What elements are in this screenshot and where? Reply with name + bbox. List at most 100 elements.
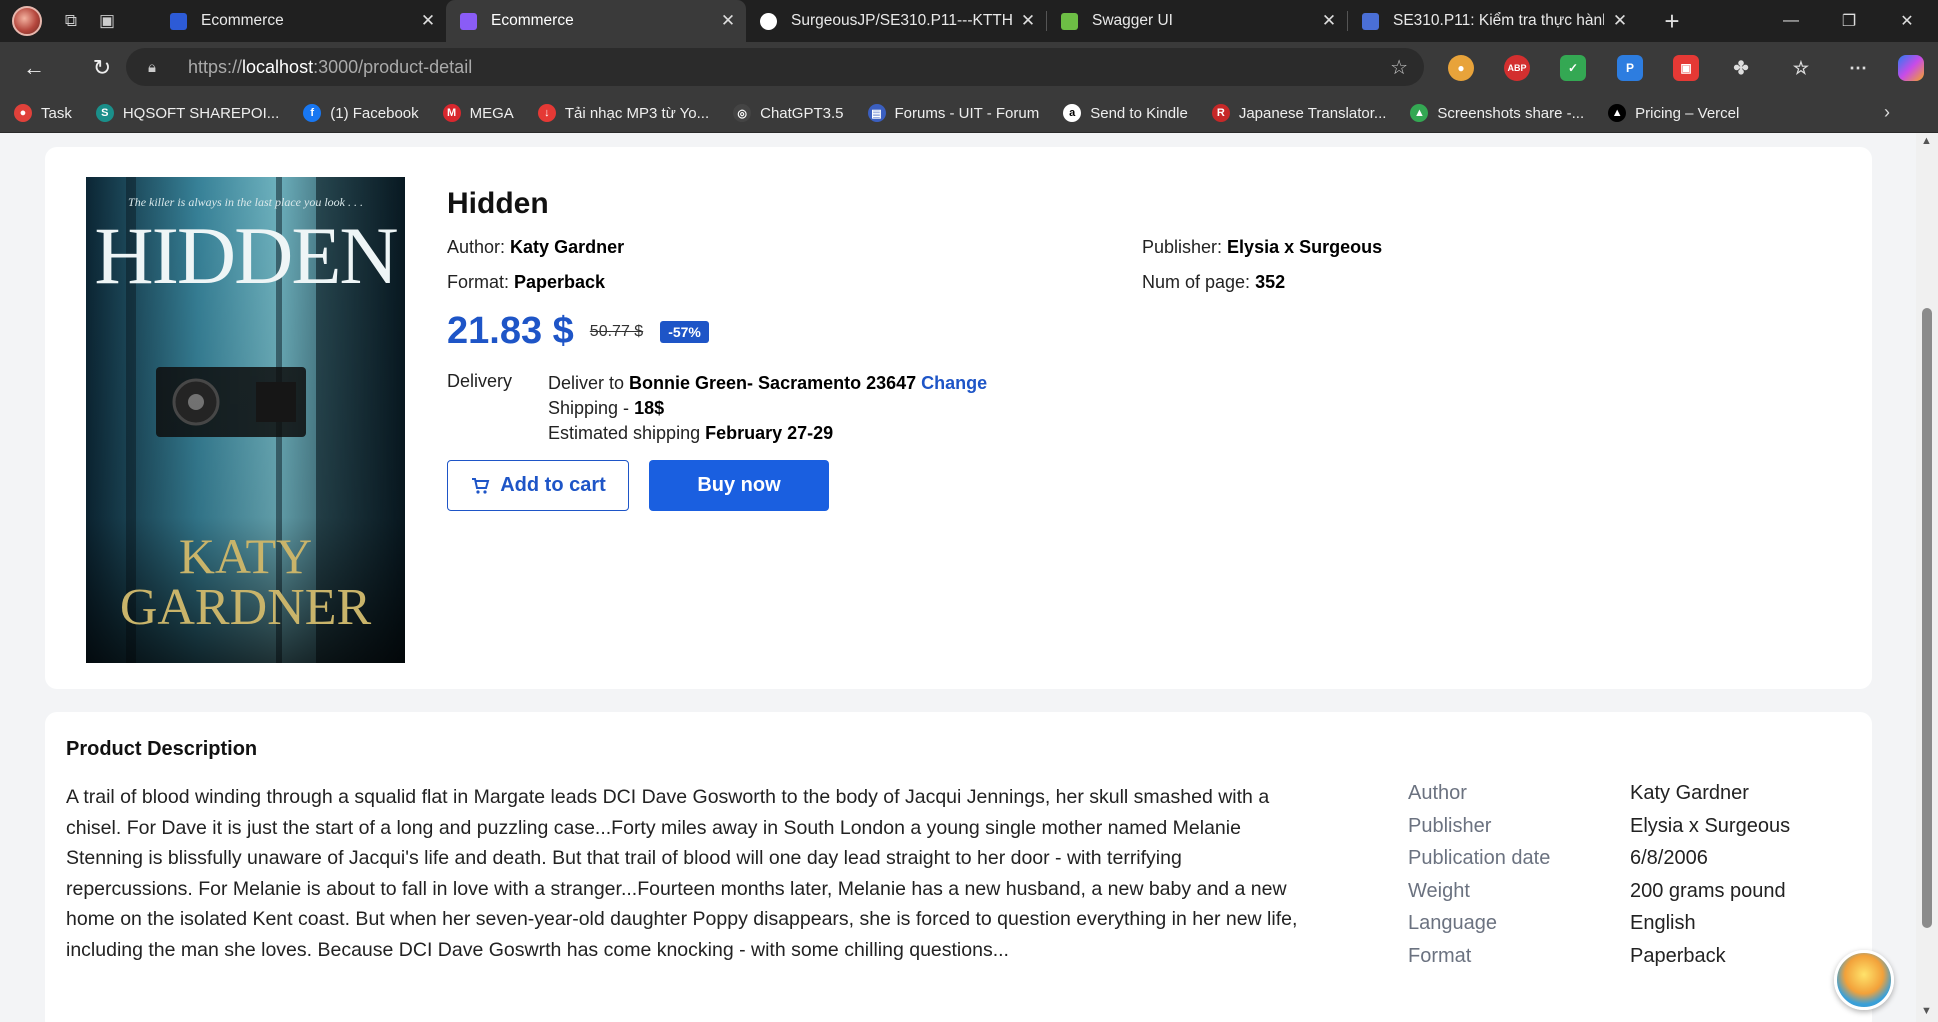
- bookmark-item[interactable]: R Japanese Translator...: [1211, 104, 1387, 122]
- extension-eyes-icon[interactable]: ●: [1448, 55, 1474, 81]
- buy-now-label: Buy now: [697, 474, 781, 496]
- tab-favicon-icon: [170, 12, 187, 30]
- add-to-cart-button[interactable]: Add to cart: [447, 460, 629, 511]
- extensions-puzzle-icon[interactable]: ✤: [1728, 55, 1754, 81]
- bookmarks-overflow-chevron-icon[interactable]: ›: [1884, 102, 1890, 123]
- change-address-link[interactable]: Change: [921, 373, 987, 393]
- more-menu-icon[interactable]: ⋯: [1845, 55, 1871, 81]
- scroll-down-icon[interactable]: ▼: [1921, 1005, 1932, 1017]
- bookmark-label: (1) Facebook: [330, 104, 419, 122]
- password-extension-icon[interactable]: P: [1617, 55, 1643, 81]
- copilot-icon[interactable]: [1898, 55, 1924, 81]
- page-scrollbar[interactable]: ▲ ▼: [1916, 133, 1938, 1022]
- bookmark-favicon-icon: ◎: [733, 104, 752, 122]
- bookmark-favicon-icon: M: [442, 104, 461, 122]
- estimate-date: February 27-29: [705, 423, 834, 443]
- restore-icon[interactable]: ❐: [1820, 0, 1878, 42]
- bookmark-item[interactable]: ● Task: [14, 104, 72, 122]
- tab-label: SE310.P11: Kiểm tra thực hành | C: [1393, 12, 1604, 29]
- shipping-cost: 18$: [634, 398, 665, 418]
- favorite-star-icon[interactable]: ☆: [1390, 55, 1408, 80]
- pages-label: Num of page:: [1142, 272, 1256, 292]
- spec-key: Format: [1408, 944, 1472, 967]
- minimize-icon[interactable]: —: [1762, 0, 1820, 42]
- browser-tab[interactable]: SE310.P11: Kiểm tra thực hành | C ✕: [1348, 0, 1638, 42]
- bookmark-item[interactable]: ▤ Forums - UIT - Forum: [867, 104, 1039, 122]
- publisher-label: Publisher:: [1142, 237, 1228, 257]
- tab-close-icon[interactable]: ✕: [420, 11, 436, 31]
- bookmark-label: HQSOFT SHAREPOI...: [122, 104, 280, 122]
- bookmark-item[interactable]: f (1) Facebook: [303, 104, 419, 122]
- profile-avatar[interactable]: [12, 6, 42, 36]
- book-cover-image[interactable]: The killer is always in the last place y…: [86, 177, 405, 663]
- close-window-icon[interactable]: ✕: [1878, 0, 1936, 42]
- product-card: The killer is always in the last place y…: [45, 147, 1872, 689]
- tab-favicon-icon: [760, 12, 777, 30]
- tab-close-icon[interactable]: ✕: [1321, 11, 1337, 31]
- price-block: 21.83 $ 50.77 $ -57%: [447, 310, 709, 353]
- spec-key: Author: [1408, 782, 1467, 804]
- bookmark-label: Japanese Translator...: [1238, 104, 1387, 122]
- spec-key: Weight: [1408, 879, 1470, 902]
- spec-value: 200 grams pound: [1630, 879, 1786, 902]
- bookmark-favicon-icon: ↓: [537, 104, 556, 122]
- bookmark-item[interactable]: ▲ Pricing – Vercel: [1608, 104, 1739, 122]
- bookmark-favicon-icon: ▲: [1410, 104, 1429, 122]
- floating-assistant-button[interactable]: [1834, 950, 1894, 1010]
- description-card: Product Description A trail of blood win…: [45, 712, 1872, 1022]
- delivery-address: Bonnie Green- Sacramento 23647: [629, 373, 917, 393]
- tab-label: Swagger UI: [1092, 12, 1173, 29]
- bookmark-item[interactable]: S HQSOFT SHAREPOI...: [95, 104, 280, 122]
- screenshot-extension-icon[interactable]: ▣: [1673, 55, 1699, 81]
- scroll-up-icon[interactable]: ▲: [1921, 135, 1932, 147]
- tab-close-icon[interactable]: ✕: [720, 11, 736, 31]
- bookmark-label: ChatGPT3.5: [760, 104, 844, 122]
- browser-tab[interactable]: Ecommerce ✕: [446, 0, 746, 42]
- page-viewport: The killer is always in the last place y…: [0, 133, 1916, 1022]
- new-tab-button[interactable]: +: [1652, 6, 1692, 37]
- lock-icon[interactable]: 🔒︎: [148, 59, 170, 76]
- url-bar[interactable]: 🔒︎ https://localhost:3000/product-detail…: [126, 48, 1424, 86]
- bookmark-favicon-icon: f: [303, 104, 322, 122]
- browser-tab-bar: ⧉ ▣ Ecommerce ✕ Ecommerce ✕ SurgeousJP/SE310…: [0, 0, 1938, 42]
- tab-label: SurgeousJP/SE310.P11---KTTH: [791, 12, 1012, 29]
- publisher-meta: Publisher: Elysia x Surgeous: [1142, 237, 1382, 258]
- favorites-icon[interactable]: ☆: [1788, 55, 1814, 81]
- bookmark-label: Tải nhạc MP3 từ Yo...: [564, 104, 710, 122]
- bookmark-item[interactable]: ◎ ChatGPT3.5: [733, 104, 844, 122]
- delivery-label: Delivery: [447, 371, 513, 391]
- url-scheme: https://: [188, 56, 243, 77]
- tab-close-icon[interactable]: ✕: [1612, 11, 1628, 31]
- url-host: localhost: [242, 56, 314, 77]
- current-price: 21.83 $: [447, 310, 574, 352]
- browser-tab[interactable]: Ecommerce ✕: [156, 0, 446, 42]
- browser-tab[interactable]: Swagger UI ✕: [1047, 0, 1347, 42]
- format-value: Paperback: [514, 272, 606, 292]
- bookmark-item[interactable]: M MEGA: [442, 104, 514, 122]
- refresh-icon[interactable]: ↻: [80, 46, 124, 90]
- estimate-line: Estimated shipping February 27-29: [548, 421, 1048, 446]
- buy-now-button[interactable]: Buy now: [649, 460, 829, 511]
- author-label: Author:: [447, 237, 511, 257]
- tab-label: Ecommerce: [201, 12, 284, 29]
- bookmark-item[interactable]: ↓ Tải nhạc MP3 từ Yo...: [537, 104, 710, 122]
- bookmark-item[interactable]: a Send to Kindle: [1063, 104, 1188, 122]
- delivery-details: Deliver to Bonnie Green- Sacramento 2364…: [548, 371, 1048, 446]
- vertical-tabs-icon[interactable]: ▣: [92, 6, 122, 36]
- spec-value: Elysia x Surgeous: [1630, 814, 1791, 837]
- back-icon[interactable]: ←: [12, 46, 56, 90]
- tab-close-icon[interactable]: ✕: [1020, 11, 1036, 31]
- workspaces-icon[interactable]: ⧉: [56, 6, 86, 36]
- product-title: Hidden: [447, 187, 549, 220]
- author-value: Katy Gardner: [510, 237, 625, 257]
- adblock-icon[interactable]: ABP: [1504, 55, 1530, 81]
- format-label: Format:: [447, 272, 515, 292]
- cart-icon: [472, 477, 490, 494]
- browser-tab[interactable]: SurgeousJP/SE310.P11---KTTH ✕: [746, 0, 1046, 42]
- bookmark-label: MEGA: [469, 104, 514, 122]
- shield-icon[interactable]: ✓: [1560, 55, 1586, 81]
- bookmark-favicon-icon: ●: [14, 104, 32, 122]
- scrollbar-thumb[interactable]: [1922, 308, 1932, 928]
- format-meta: Format: Paperback: [447, 272, 605, 293]
- bookmark-item[interactable]: ▲ Screenshots share -...: [1410, 104, 1584, 122]
